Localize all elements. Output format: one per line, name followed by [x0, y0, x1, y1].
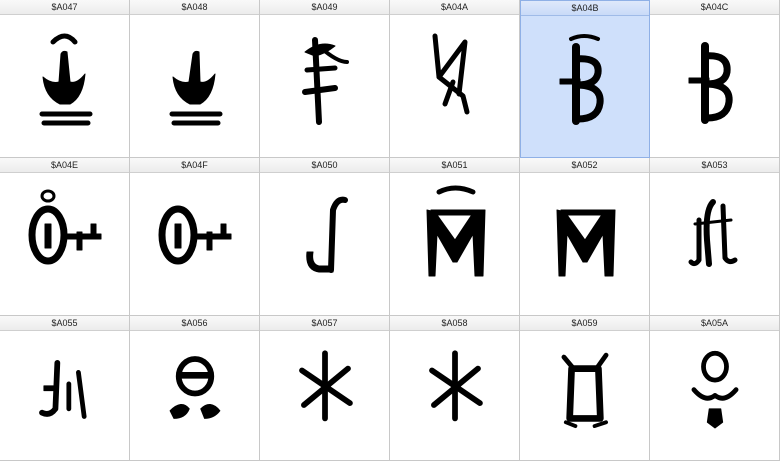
glyph-cell-a04b[interactable]: $A04B [520, 0, 650, 158]
glyph-code-label: $A04B [521, 1, 649, 16]
glyph-code-label: $A050 [260, 158, 389, 173]
glyph-code-label: $A048 [130, 0, 259, 15]
glyph-image [275, 336, 375, 451]
glyph-image [665, 336, 765, 451]
glyph-code-label: $A051 [390, 158, 519, 173]
glyph-cell-a055[interactable]: $A055 [0, 316, 130, 461]
glyph-cell-a057[interactable]: $A057 [260, 316, 390, 461]
glyph-code-label: $A053 [650, 158, 779, 173]
glyph-cell-a053[interactable]: $A053 [650, 158, 780, 316]
glyph-image [405, 336, 505, 451]
glyph-image [145, 180, 245, 300]
glyph-code-label: $A05A [650, 316, 779, 331]
glyph-code-label: $A04C [650, 0, 779, 15]
glyph-grid: $A047 $A048 $A049 $A04A $A04B $A04C $A04… [0, 0, 780, 461]
glyph-code-label: $A04E [0, 158, 129, 173]
glyph-image [405, 180, 505, 300]
glyph-image [535, 336, 635, 451]
glyph-image [15, 180, 115, 300]
glyph-code-label: $A047 [0, 0, 129, 15]
glyph-image [15, 22, 115, 142]
glyph-code-label: $A055 [0, 316, 129, 331]
glyph-code-label: $A04A [390, 0, 519, 15]
glyph-image [275, 22, 375, 142]
glyph-image [15, 336, 115, 451]
glyph-cell-a051[interactable]: $A051 [390, 158, 520, 316]
glyph-cell-a04c[interactable]: $A04C [650, 0, 780, 158]
glyph-code-label: $A049 [260, 0, 389, 15]
glyph-cell-a04f[interactable]: $A04F [130, 158, 260, 316]
glyph-image [536, 23, 636, 143]
glyph-cell-a058[interactable]: $A058 [390, 316, 520, 461]
glyph-code-label: $A058 [390, 316, 519, 331]
glyph-cell-a049[interactable]: $A049 [260, 0, 390, 158]
glyph-cell-a048[interactable]: $A048 [130, 0, 260, 158]
glyph-image [405, 22, 505, 142]
glyph-cell-a04e[interactable]: $A04E [0, 158, 130, 316]
glyph-image [535, 180, 635, 300]
glyph-cell-a056[interactable]: $A056 [130, 316, 260, 461]
glyph-image [145, 22, 245, 142]
glyph-code-label: $A056 [130, 316, 259, 331]
glyph-cell-a047[interactable]: $A047 [0, 0, 130, 158]
glyph-cell-a04a[interactable]: $A04A [390, 0, 520, 158]
glyph-image [145, 336, 245, 451]
glyph-image [665, 22, 765, 142]
glyph-image [665, 180, 765, 300]
glyph-cell-a059[interactable]: $A059 [520, 316, 650, 461]
glyph-image [275, 180, 375, 300]
glyph-code-label: $A059 [520, 316, 649, 331]
glyph-code-label: $A04F [130, 158, 259, 173]
glyph-code-label: $A052 [520, 158, 649, 173]
glyph-cell-a05a[interactable]: $A05A [650, 316, 780, 461]
glyph-cell-a050[interactable]: $A050 [260, 158, 390, 316]
glyph-code-label: $A057 [260, 316, 389, 331]
glyph-cell-a052[interactable]: $A052 [520, 158, 650, 316]
